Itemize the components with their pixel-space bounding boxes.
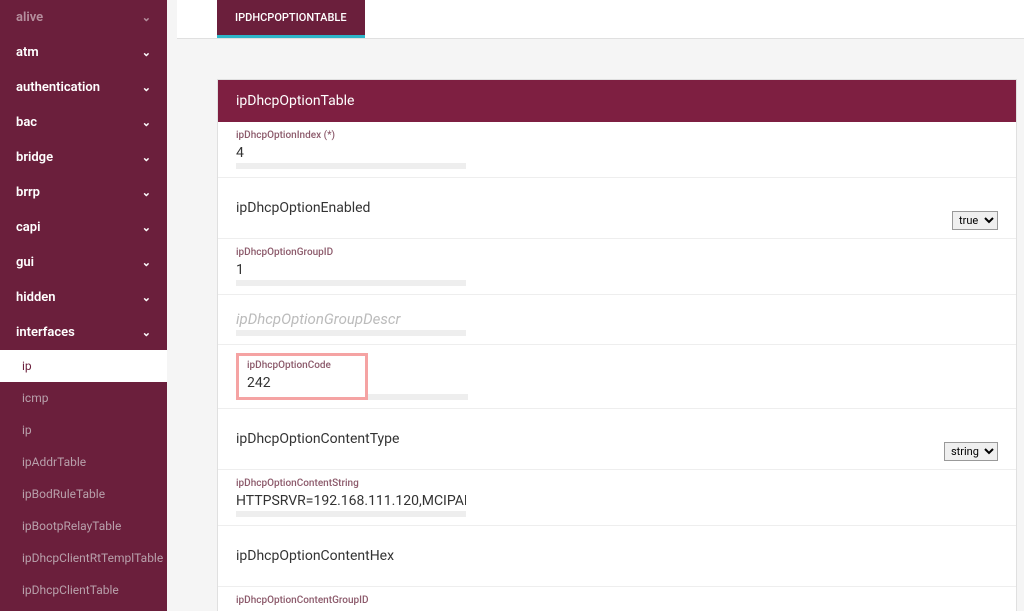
sidebar-subitem-ip2[interactable]: ip xyxy=(0,414,167,446)
sidebar-item-label: atm xyxy=(16,45,39,60)
highlighted-field: ipDhcpOptionCode xyxy=(236,353,368,400)
chevron-down-icon: ⌄ xyxy=(142,81,151,94)
field-label: ipDhcpOptionContentType xyxy=(236,417,399,461)
field-label: ipDhcpOptionGroupID xyxy=(236,247,466,258)
row-optioncontenttype: ipDhcpOptionContentType string xyxy=(218,409,1016,470)
main-area: IPDHCPOPTIONTABLE ipDhcpOptionTable ipDh… xyxy=(167,0,1024,611)
field-label: ipDhcpOptionContentString xyxy=(236,478,466,489)
optiongroupid-input[interactable] xyxy=(236,260,466,281)
sidebar-item-brrp[interactable]: brrp ⌄ xyxy=(0,175,167,210)
sidebar-item-hidden[interactable]: hidden ⌄ xyxy=(0,280,167,315)
row-optioncontentstring: ipDhcpOptionContentString xyxy=(218,470,1016,526)
sidebar-item-label: authentication xyxy=(16,80,100,95)
sidebar-subitem-icmp[interactable]: icmp xyxy=(0,382,167,414)
panel-title: ipDhcpOptionTable xyxy=(218,80,1016,122)
sidebar-item-label: brrp xyxy=(16,185,40,200)
row-optiongroupid: ipDhcpOptionGroupID xyxy=(218,239,1016,295)
row-optionindex: ipDhcpOptionIndex (*) xyxy=(218,122,1016,178)
sidebar-item-bac[interactable]: bac ⌄ xyxy=(0,105,167,140)
chevron-down-icon: ⌄ xyxy=(142,221,151,234)
sidebar-item-label: capi xyxy=(16,220,40,235)
sidebar: alive ⌄ atm ⌄ authentication ⌄ bac ⌄ bri… xyxy=(0,0,167,611)
chevron-down-icon: ⌄ xyxy=(142,256,151,269)
optionindex-input[interactable] xyxy=(236,143,466,164)
sidebar-item-gui[interactable]: gui ⌄ xyxy=(0,245,167,280)
optionenabled-select[interactable]: true xyxy=(952,211,998,230)
sidebar-item-capi[interactable]: capi ⌄ xyxy=(0,210,167,245)
optioncontenttype-select[interactable]: string xyxy=(944,442,998,461)
chevron-down-icon: ⌄ xyxy=(142,291,151,304)
sidebar-item-bridge[interactable]: bridge ⌄ xyxy=(0,140,167,175)
sidebar-subitem-ipbodruletable[interactable]: ipBodRuleTable xyxy=(0,478,167,510)
sidebar-item-label: bac xyxy=(16,115,37,130)
field-label: ipDhcpOptionCode xyxy=(247,360,357,371)
sidebar-item-label: interfaces xyxy=(16,325,75,340)
sidebar-item-label: bridge xyxy=(16,150,53,165)
chevron-down-icon: ⌄ xyxy=(142,186,151,199)
sidebar-item-alive[interactable]: alive ⌄ xyxy=(0,0,167,35)
sidebar-subitem-ipdhcpclientrttempltable[interactable]: ipDhcpClientRtTemplTable xyxy=(0,542,167,574)
row-optioncode: ipDhcpOptionCode xyxy=(218,345,1016,409)
sidebar-subitem-ipdhcpclienttable[interactable]: ipDhcpClientTable xyxy=(0,574,167,606)
tab-ipdhcpoptiontable[interactable]: IPDHCPOPTIONTABLE xyxy=(217,0,365,38)
optioncontentstring-input[interactable] xyxy=(236,491,466,512)
chevron-down-icon: ⌄ xyxy=(142,116,151,129)
field-label: ipDhcpOptionIndex (*) xyxy=(236,130,466,141)
optiongroupdescr-input[interactable] xyxy=(236,308,466,331)
sidebar-subitem-ip[interactable]: ip xyxy=(0,350,167,382)
row-optionenabled: ipDhcpOptionEnabled true xyxy=(218,178,1016,239)
sidebar-subitem-ipaddrtable[interactable]: ipAddrTable xyxy=(0,446,167,478)
content: ipDhcpOptionTable ipDhcpOptionIndex (*) … xyxy=(177,39,1024,611)
row-optiongroupdescr xyxy=(218,295,1016,345)
sidebar-subitem-ipbootprelaytable[interactable]: ipBootpRelayTable xyxy=(0,510,167,542)
chevron-down-icon: ⌄ xyxy=(142,11,151,24)
panel: ipDhcpOptionTable ipDhcpOptionIndex (*) … xyxy=(217,79,1017,611)
sidebar-item-interfaces[interactable]: interfaces ⌄ xyxy=(0,315,167,350)
row-optioncontentgroupid: ipDhcpOptionContentGroupID xyxy=(218,587,1016,611)
sidebar-item-label: gui xyxy=(16,255,34,270)
sidebar-item-atm[interactable]: atm ⌄ xyxy=(0,35,167,70)
field-label: ipDhcpOptionContentHex xyxy=(236,534,394,578)
chevron-down-icon: ⌄ xyxy=(142,151,151,164)
sidebar-item-authentication[interactable]: authentication ⌄ xyxy=(0,70,167,105)
field-label: ipDhcpOptionEnabled xyxy=(236,186,370,230)
sidebar-item-label: alive xyxy=(16,10,43,25)
sidebar-item-label: hidden xyxy=(16,290,56,305)
field-label: ipDhcpOptionContentGroupID xyxy=(236,595,466,606)
chevron-down-icon: ⌄ xyxy=(142,46,151,59)
row-optioncontenthex: ipDhcpOptionContentHex xyxy=(218,526,1016,587)
optioncode-input[interactable] xyxy=(247,373,357,393)
tab-bar: IPDHCPOPTIONTABLE xyxy=(177,0,1024,39)
chevron-down-icon: ⌄ xyxy=(142,326,151,339)
